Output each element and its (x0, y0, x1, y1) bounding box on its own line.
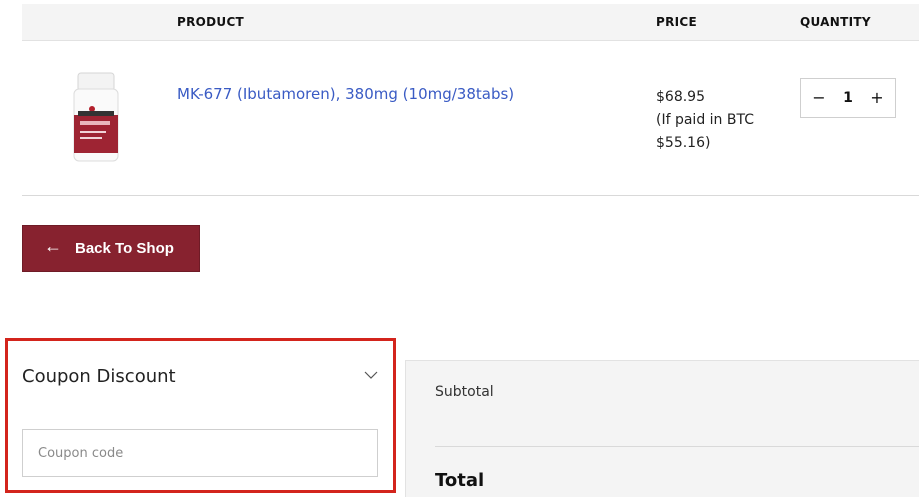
quantity-value[interactable]: 1 (831, 79, 865, 117)
back-to-shop-button[interactable]: ← Back To Shop (22, 225, 200, 272)
quantity-stepper: − 1 + (800, 78, 896, 118)
product-column-header: PRODUCT (177, 15, 245, 29)
subtotal-label: Subtotal (435, 384, 494, 400)
increase-quantity-button[interactable]: + (862, 79, 892, 117)
cart-table-header: PRODUCT PRICE QUANTITY (22, 4, 919, 41)
coupon-code-input[interactable] (22, 429, 378, 477)
product-bottle-image[interactable] (66, 71, 124, 165)
btc-price-note: (If paid in BTC (656, 112, 754, 128)
product-name-link[interactable]: MK-677 (Ibutamoren), 380mg (10mg/38tabs) (177, 85, 514, 103)
totals-divider (435, 446, 919, 447)
chevron-down-icon[interactable] (364, 368, 378, 382)
arrow-left-icon: ← (44, 236, 62, 256)
cart-totals-panel: Subtotal Total (405, 360, 919, 497)
price-cell: $68.95 (If paid in BTC $55.16) (656, 86, 754, 155)
btc-price-value: $55.16) (656, 135, 711, 151)
coupon-discount-panel: Coupon Discount (5, 338, 396, 493)
cart-item-row: MK-677 (Ibutamoren), 380mg (10mg/38tabs)… (22, 41, 919, 196)
product-price: $68.95 (656, 89, 705, 105)
price-column-header: PRICE (656, 15, 698, 29)
decrease-quantity-button[interactable]: − (804, 79, 834, 117)
total-label: Total (435, 470, 485, 491)
coupon-discount-title[interactable]: Coupon Discount (22, 366, 176, 387)
back-to-shop-label: Back To Shop (75, 240, 174, 257)
quantity-column-header: QUANTITY (800, 15, 871, 29)
